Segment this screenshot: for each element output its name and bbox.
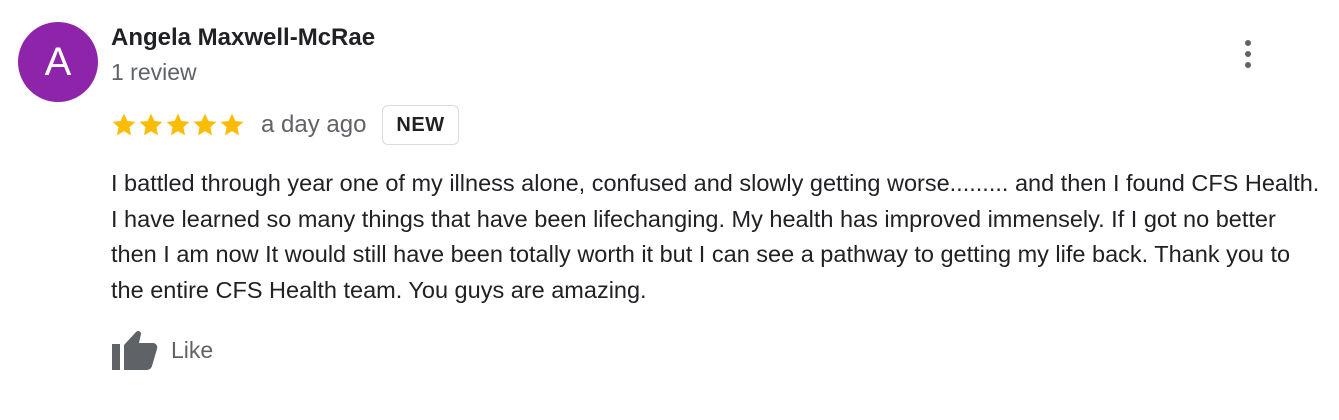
star-icon xyxy=(139,113,163,136)
author-review-count[interactable]: 1 review xyxy=(111,59,197,86)
like-label: Like xyxy=(171,336,214,363)
star-rating xyxy=(111,112,245,138)
review-meta: a day ago NEW xyxy=(111,104,459,146)
avatar-initial: A xyxy=(44,39,72,84)
review-card: A Angela Maxwell-McRae 1 review a day ag… xyxy=(0,0,1339,420)
star-icon xyxy=(193,113,217,136)
thumb-up-icon xyxy=(111,329,159,371)
avatar[interactable]: A xyxy=(18,22,98,102)
star-icon xyxy=(166,113,190,136)
star-icon xyxy=(220,113,244,136)
more-vert-icon-dot xyxy=(1245,62,1251,68)
review-date: a day ago xyxy=(261,111,367,138)
review-text: I battled through year one of my illness… xyxy=(111,170,1320,303)
more-vert-icon-dot xyxy=(1245,51,1251,57)
like-button[interactable]: Like xyxy=(111,328,213,372)
author-name[interactable]: Angela Maxwell-McRae xyxy=(111,24,375,52)
more-options-button[interactable] xyxy=(1232,36,1264,72)
more-vert-icon-dot xyxy=(1245,40,1251,46)
star-icon xyxy=(112,113,136,136)
new-badge: NEW xyxy=(382,105,459,145)
